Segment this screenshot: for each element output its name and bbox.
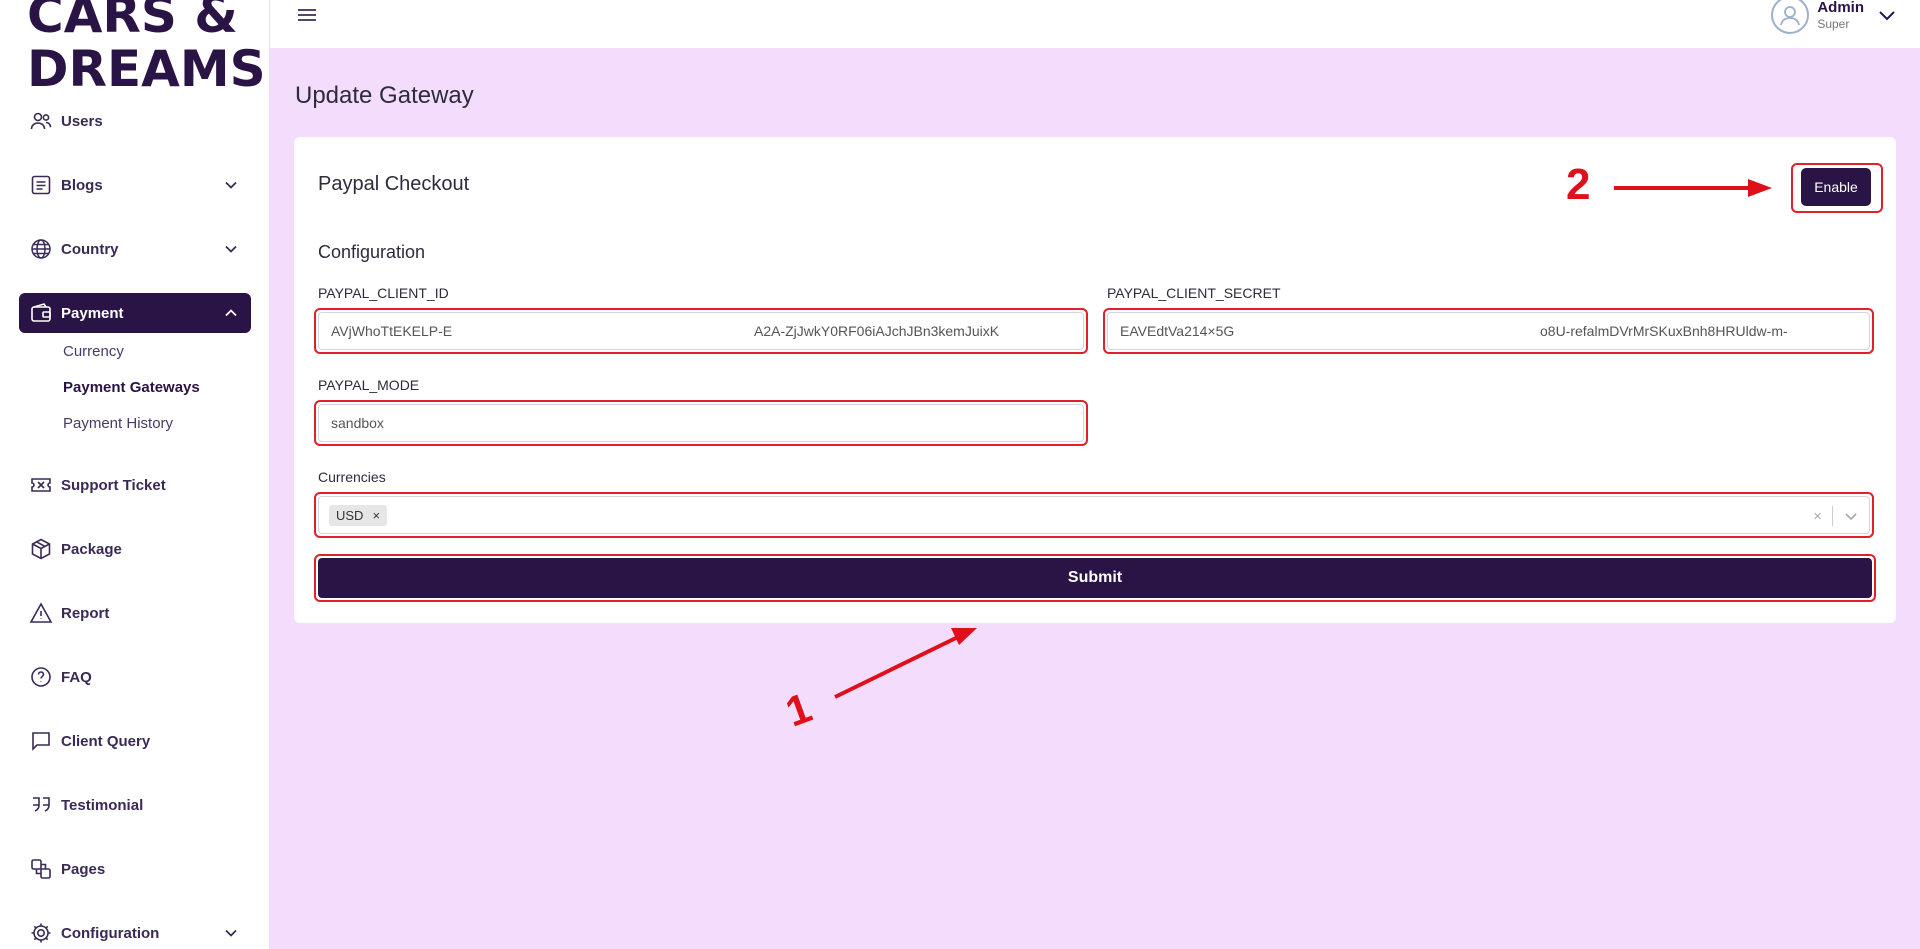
select-indicators: ×: [1813, 506, 1859, 526]
quote-icon: [29, 793, 53, 817]
gear-icon: [29, 921, 53, 945]
sidebar-item-blogs[interactable]: Blogs: [19, 165, 251, 205]
admin-role: Super: [1817, 16, 1850, 31]
globe-icon: [29, 237, 53, 261]
clear-icon[interactable]: ×: [1813, 508, 1822, 525]
chevron-up-icon: [225, 309, 237, 317]
client-secret-value-end: o8U-refalmDVrMrSKuxBnh8HRUldw-m-: [1540, 323, 1788, 339]
gateway-card: Paypal Checkout Enable Configuration PAY…: [294, 137, 1896, 623]
mode-label: PAYPAL_MODE: [318, 377, 420, 393]
sidebar-subitem-payment-history[interactable]: Payment History: [63, 415, 173, 432]
indicator-separator: [1832, 506, 1833, 526]
package-icon: [29, 537, 53, 561]
sidebar-item-label: Pages: [61, 860, 106, 878]
sidebar-item-pages[interactable]: Pages: [19, 849, 251, 889]
sidebar-item-report[interactable]: Report: [19, 593, 251, 633]
ticket-icon: [29, 473, 53, 497]
submit-button[interactable]: Submit: [318, 558, 1872, 598]
page-title: Update Gateway: [295, 82, 474, 109]
enable-button[interactable]: Enable: [1801, 168, 1871, 206]
sidebar-item-label: Package: [61, 540, 122, 558]
logo-line-1: CARS &: [27, 0, 238, 44]
client-id-value-start: AVjWhoTtEKELP-E: [331, 323, 453, 339]
warning-icon: [29, 601, 53, 625]
logo-line-2: DREAMS: [27, 40, 266, 98]
gateway-title: Paypal Checkout: [318, 173, 470, 195]
sidebar-item-label: Support Ticket: [61, 476, 166, 494]
sidebar-item-label: Country: [61, 240, 119, 258]
sidebar-item-client-query[interactable]: Client Query: [19, 721, 251, 761]
chevron-down-icon: [225, 929, 237, 937]
currency-tag-usd: USD ×: [329, 504, 388, 526]
wallet-icon: [29, 301, 53, 325]
client-id-value-end: A2A-ZjJwkY0RF06iAJchJBn3kemJuixK: [754, 323, 1000, 339]
sidebar-item-country[interactable]: Country: [19, 229, 251, 269]
sidebar-item-label: Configuration: [61, 924, 160, 942]
sidebar-item-label: Testimonial: [61, 796, 144, 814]
annotation-number-1: 1: [779, 683, 818, 736]
sidebar-item-faq[interactable]: FAQ: [19, 657, 251, 697]
redaction-mask: [454, 315, 724, 347]
currency-tag-label: USD: [336, 507, 364, 523]
currencies-label: Currencies: [318, 469, 386, 485]
sidebar-item-support-ticket[interactable]: Support Ticket: [19, 465, 251, 505]
client-id-field[interactable]: AVjWhoTtEKELP-E A2A-ZjJwkY0RF06iAJchJBn3…: [318, 312, 1084, 350]
chat-icon: [29, 729, 53, 753]
users-icon: [29, 109, 53, 133]
hamburger-menu-icon[interactable]: [296, 4, 318, 26]
sidebar-item-label: Report: [61, 604, 110, 622]
client-secret-field[interactable]: EAVEdtVa214×5G o8U-refalmDVrMrSKuxBnh8HR…: [1107, 312, 1870, 350]
chevron-down-icon: [225, 181, 237, 189]
annotation-number-2: 2: [1566, 160, 1591, 209]
mode-field[interactable]: sandbox: [318, 404, 1084, 442]
sidebar-item-label: FAQ: [61, 668, 92, 686]
sidebar-item-label: Client Query: [61, 732, 151, 750]
sidebar-item-label: Blogs: [61, 176, 103, 194]
sidebar-item-payment[interactable]: Payment: [19, 293, 251, 333]
sidebar-item-testimonial[interactable]: Testimonial: [19, 785, 251, 825]
sidebar-item-label: Payment: [61, 304, 124, 322]
client-secret-value-start: EAVEdtVa214×5G: [1120, 323, 1235, 339]
chevron-down-icon: [225, 245, 237, 253]
sidebar-item-label: Users: [61, 112, 103, 130]
question-icon: [29, 665, 53, 689]
sidebar-subitem-currency[interactable]: Currency: [63, 343, 124, 360]
client-id-label: PAYPAL_CLIENT_ID: [318, 285, 449, 301]
configuration-title: Configuration: [318, 242, 426, 262]
sidebar: CARS & DREAMS Users Blogs Country Paymen…: [0, 0, 270, 949]
user-menu[interactable]: Admin Super: [1771, 0, 1898, 34]
top-bar: Admin Super: [270, 0, 1920, 48]
redaction-mask: [1238, 315, 1538, 347]
sidebar-subitem-payment-gateways[interactable]: Payment Gateways: [63, 379, 200, 396]
arrow-1-annotation: [834, 628, 977, 699]
chevron-down-icon[interactable]: [1876, 4, 1898, 26]
pages-icon: [29, 857, 53, 881]
document-icon: [29, 173, 53, 197]
tag-remove-icon[interactable]: ×: [372, 508, 380, 523]
mode-value: sandbox: [331, 415, 384, 431]
sidebar-item-users[interactable]: Users: [19, 101, 251, 141]
currencies-select[interactable]: USD × ×: [318, 496, 1870, 534]
chevron-down-icon[interactable]: [1843, 508, 1859, 524]
sidebar-item-configuration[interactable]: Configuration: [19, 913, 251, 949]
avatar-icon: [1771, 0, 1810, 34]
admin-name: Admin: [1817, 0, 1864, 16]
client-secret-label: PAYPAL_CLIENT_SECRET: [1107, 285, 1281, 301]
app-logo[interactable]: CARS & DREAMS: [27, 0, 266, 96]
sidebar-item-package[interactable]: Package: [19, 529, 251, 569]
